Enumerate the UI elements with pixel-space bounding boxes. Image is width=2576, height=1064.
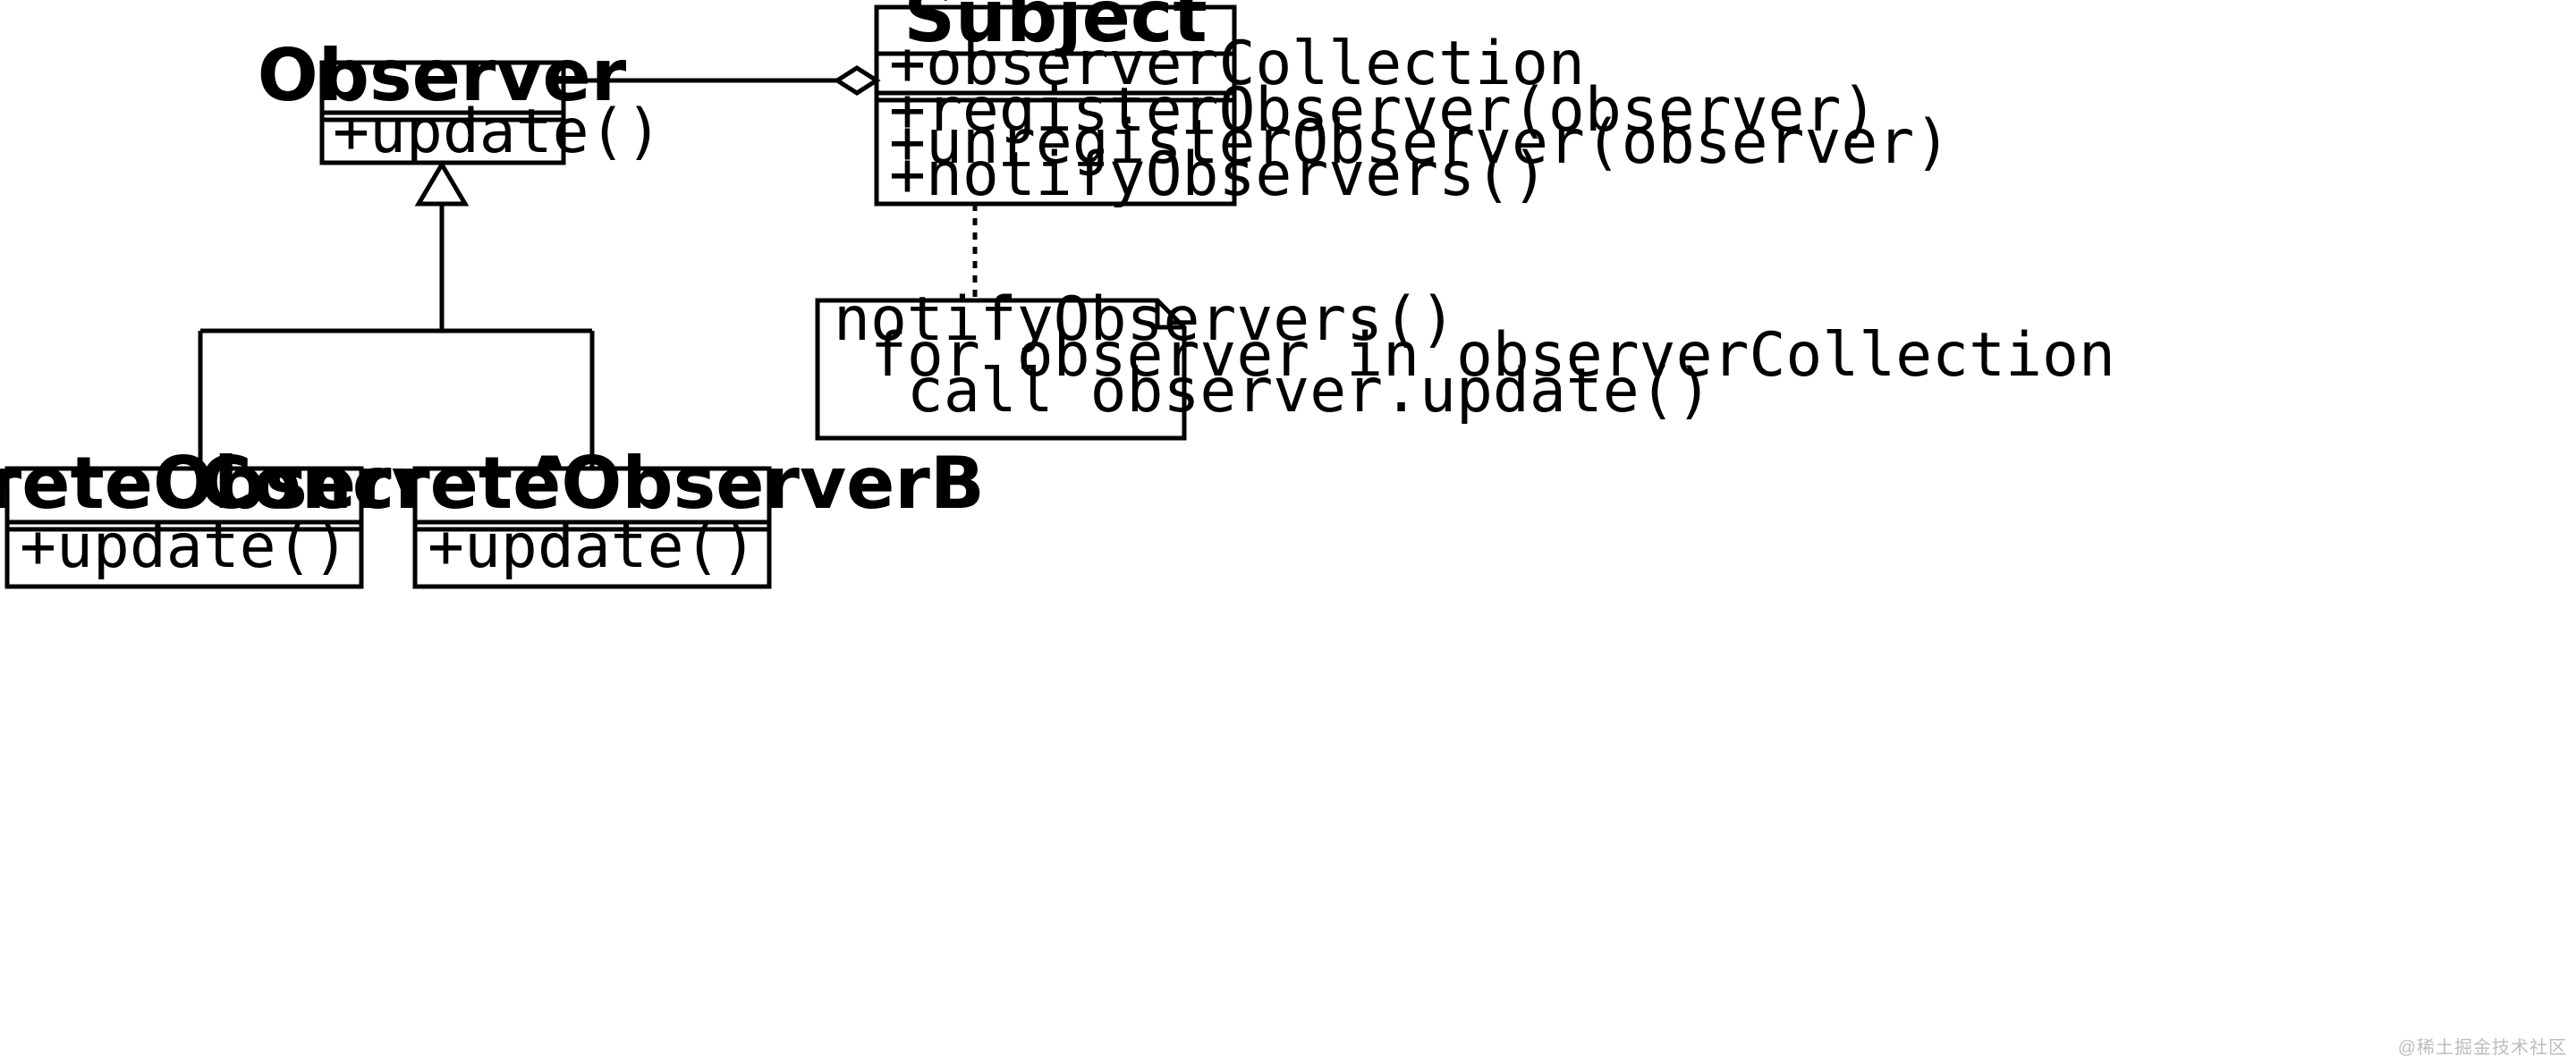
watermark-text: @稀土掘金技术社区 [2398, 1033, 2567, 1059]
class-observer-method-0: +update() [333, 97, 662, 167]
class-subject-method-2: +notifyObservers() [889, 139, 1548, 210]
note-line-2: call observer.update() [834, 356, 1713, 426]
aggregation-diamond-icon [837, 68, 877, 93]
class-subject: Subject +observerCollection +registerObs… [877, 0, 1951, 210]
generalization-triangle-icon [419, 165, 465, 204]
class-observer: Observer +update() [258, 34, 663, 167]
class-concrete-b-method-0: +update() [428, 511, 757, 582]
note-notify-observers: notifyObservers() for observer in observ… [818, 284, 2115, 438]
uml-diagram: Observer +update() Subject +observerColl… [0, 0, 2576, 1064]
relation-generalization [200, 165, 592, 469]
